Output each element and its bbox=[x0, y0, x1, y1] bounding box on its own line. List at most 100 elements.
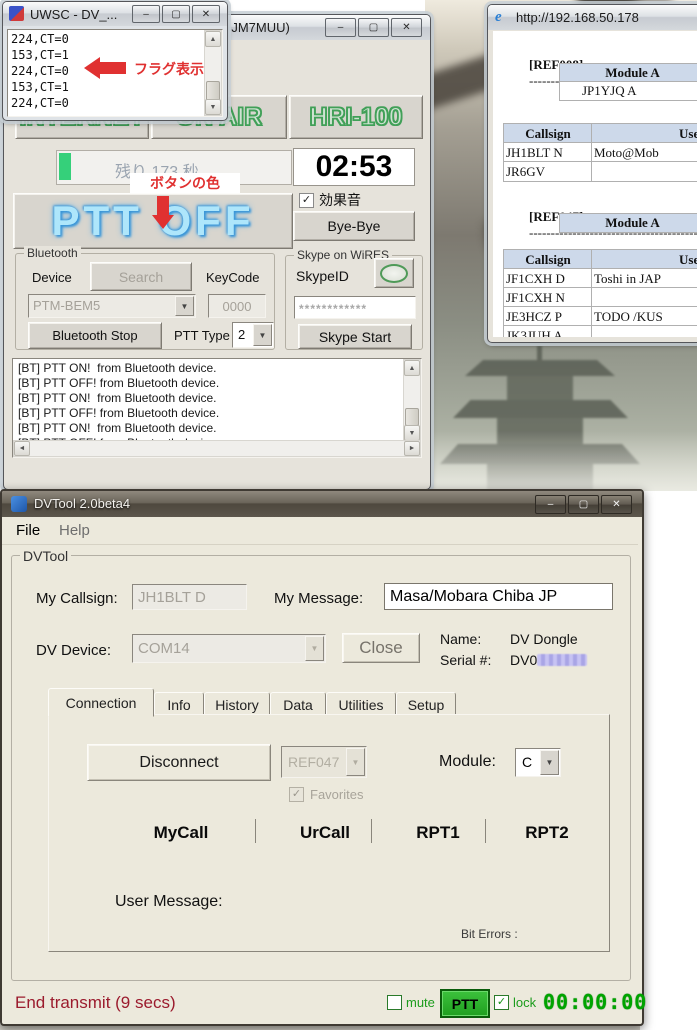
favorites-option[interactable]: ✓ Favorites bbox=[289, 787, 363, 802]
vertical-scrollbar[interactable]: ▲ ▼ bbox=[403, 359, 421, 442]
minimize-button[interactable]: – bbox=[132, 5, 160, 23]
header-divider bbox=[255, 819, 256, 843]
browser-titlebar[interactable]: e http://192.168.50.178 bbox=[488, 5, 697, 30]
dvtool-app-icon bbox=[11, 496, 27, 512]
maximize-button[interactable]: ▢ bbox=[358, 18, 389, 37]
skypeid-password-field[interactable]: ************ bbox=[294, 296, 416, 319]
chevron-down-icon[interactable]: ▼ bbox=[175, 296, 194, 316]
chevron-down-icon[interactable]: ▼ bbox=[253, 324, 272, 346]
device-close-button[interactable]: Close bbox=[342, 633, 420, 663]
vertical-scrollbar[interactable]: ▲ ▼ bbox=[204, 30, 222, 116]
uwsc-app-icon bbox=[9, 6, 24, 21]
scroll-right-icon[interactable]: ► bbox=[404, 441, 420, 456]
sound-effect-option[interactable]: ✓ 効果音 bbox=[299, 190, 361, 210]
ptt-type-combo[interactable]: 2 ▼ bbox=[232, 322, 274, 348]
search-button[interactable]: Search bbox=[90, 262, 192, 291]
button-color-note: ボタンの色 bbox=[130, 173, 240, 193]
status-ellipse-icon bbox=[380, 264, 408, 283]
close-button[interactable]: ✕ bbox=[192, 5, 220, 23]
bluetooth-group: Bluetooth Device Search KeyCode PTM-BEM5… bbox=[15, 253, 275, 350]
device-name-label: Name: bbox=[440, 631, 481, 647]
dv-device-label: DV Device: bbox=[36, 642, 111, 659]
disconnect-button[interactable]: Disconnect bbox=[87, 744, 271, 781]
tab-connection[interactable]: Connection bbox=[48, 688, 154, 717]
ie-icon: e bbox=[495, 9, 511, 25]
uwsc-log-line: 153,CT=1 bbox=[11, 47, 69, 63]
connection-tab-panel: Disconnect REF047 ▼ Module: C ▼ ✓ Favori… bbox=[48, 714, 610, 952]
desktop: by JM7MUU) – ▢ ✕ INTERNET ON AIR HRI-100… bbox=[0, 0, 697, 1030]
keycode-field[interactable]: 0000 bbox=[208, 294, 266, 318]
minimize-button[interactable]: – bbox=[535, 495, 566, 514]
browser-content[interactable]: [REF008] -------------------------------… bbox=[493, 31, 697, 337]
favorites-checkbox[interactable]: ✓ bbox=[289, 787, 304, 802]
chevron-down-icon[interactable]: ▼ bbox=[305, 636, 324, 661]
dvtool-group-label: DVTool bbox=[20, 548, 71, 564]
bit-errors-label: Bit Errors : bbox=[461, 927, 518, 941]
user-cell: Moto@Mob bbox=[591, 142, 697, 163]
down-arrow-head bbox=[152, 215, 174, 229]
reflector-combo[interactable]: REF047 ▼ bbox=[281, 746, 367, 778]
dvtool-group: DVTool My Callsign: JH1BLT D My Message:… bbox=[11, 555, 631, 981]
bye-bye-button[interactable]: Bye-Bye bbox=[293, 211, 415, 241]
my-message-label: My Message: bbox=[274, 590, 363, 607]
scroll-down-icon[interactable]: ▼ bbox=[404, 425, 420, 441]
maximize-button[interactable]: ▢ bbox=[568, 495, 599, 514]
dv-device-combo[interactable]: COM14 ▼ bbox=[132, 634, 326, 663]
dvtool-titlebar[interactable]: DVTool 2.0beta4 – ▢ ✕ bbox=[2, 491, 642, 517]
sound-effect-checkbox[interactable]: ✓ bbox=[299, 193, 314, 208]
mute-label: mute bbox=[406, 995, 435, 1010]
scroll-left-icon[interactable]: ◄ bbox=[14, 441, 30, 456]
skype-start-button[interactable]: Skype Start bbox=[298, 324, 412, 349]
callsign-header: Callsign bbox=[503, 123, 593, 144]
my-callsign-field[interactable]: JH1BLT D bbox=[132, 584, 247, 610]
ptt-type-label: PTT Type bbox=[174, 328, 230, 343]
uwsc-log-list[interactable]: 224,CT=0 153,CT=1 224,CT=0 153,CT=1 224,… bbox=[7, 29, 223, 117]
dvtool-window: DVTool 2.0beta4 – ▢ ✕ File Help DVTool M… bbox=[0, 489, 644, 1026]
scrollbar-thumb[interactable] bbox=[206, 81, 220, 101]
skype-status-indicator bbox=[374, 258, 414, 288]
mute-checkbox[interactable] bbox=[387, 995, 402, 1010]
close-button[interactable]: ✕ bbox=[391, 18, 422, 37]
user-cell: Toshi in JAP bbox=[591, 268, 697, 289]
serial-value: DV0 bbox=[510, 652, 587, 668]
chevron-down-icon[interactable]: ▼ bbox=[346, 748, 365, 776]
callsign-cell: JK3JUH A bbox=[503, 325, 595, 337]
header-mycall: MyCall bbox=[111, 823, 251, 843]
close-button[interactable]: ✕ bbox=[601, 495, 632, 514]
bt-log-list[interactable]: [BT] PTT ON! from Bluetooth device. [BT]… bbox=[12, 358, 422, 458]
callsign-cell: JR6GV bbox=[503, 161, 595, 182]
scroll-up-icon[interactable]: ▲ bbox=[404, 360, 420, 376]
flag-arrow-icon bbox=[100, 62, 126, 74]
uwsc-log-line: 224,CT=0 bbox=[11, 63, 69, 79]
module-label: Module: bbox=[439, 753, 496, 771]
module-combo[interactable]: C ▼ bbox=[515, 748, 561, 777]
serial-censor bbox=[537, 654, 587, 666]
menu-file[interactable]: File bbox=[16, 522, 40, 539]
bt-log-line: [BT] PTT ON! from Bluetooth device. bbox=[18, 421, 217, 437]
module-header-cell: Module A bbox=[559, 213, 697, 233]
minimize-button[interactable]: – bbox=[325, 18, 356, 37]
menu-help[interactable]: Help bbox=[59, 522, 90, 539]
scroll-up-icon[interactable]: ▲ bbox=[205, 31, 221, 47]
status-bar: End transmit (9 secs) mute PTT ✓ lock 00… bbox=[2, 986, 638, 1020]
dvtool-window-title: DVTool 2.0beta4 bbox=[34, 496, 130, 511]
scroll-down-icon[interactable]: ▼ bbox=[205, 99, 221, 115]
chevron-down-icon[interactable]: ▼ bbox=[540, 750, 559, 775]
user-cell: TODO /KUS bbox=[591, 306, 697, 327]
ptt-button[interactable]: PTT bbox=[440, 989, 490, 1018]
bluetooth-device-combo[interactable]: PTM-BEM5 ▼ bbox=[28, 294, 196, 318]
horizontal-scrollbar[interactable]: ◄ ► bbox=[13, 440, 421, 457]
header-divider bbox=[485, 819, 486, 843]
device-name-value: DV Dongle bbox=[510, 631, 578, 647]
uwsc-titlebar[interactable]: UWSC - DV_... – ▢ ✕ bbox=[3, 2, 227, 26]
skype-group: Skype on WiRES SkypeID ************ Skyp… bbox=[285, 255, 423, 350]
my-message-field[interactable]: Masa/Mobara Chiba JP bbox=[384, 583, 613, 610]
flag-annotation: フラグ表示 bbox=[134, 59, 204, 79]
hri-100-button[interactable]: HRI-100 bbox=[289, 95, 423, 139]
maximize-button[interactable]: ▢ bbox=[162, 5, 190, 23]
bluetooth-stop-button[interactable]: Bluetooth Stop bbox=[28, 322, 162, 349]
scrollbar-thumb[interactable] bbox=[405, 408, 419, 426]
callsign-cell: JE3HCZ P bbox=[503, 306, 595, 327]
user-cell bbox=[591, 287, 697, 308]
lock-checkbox[interactable]: ✓ bbox=[494, 995, 509, 1010]
